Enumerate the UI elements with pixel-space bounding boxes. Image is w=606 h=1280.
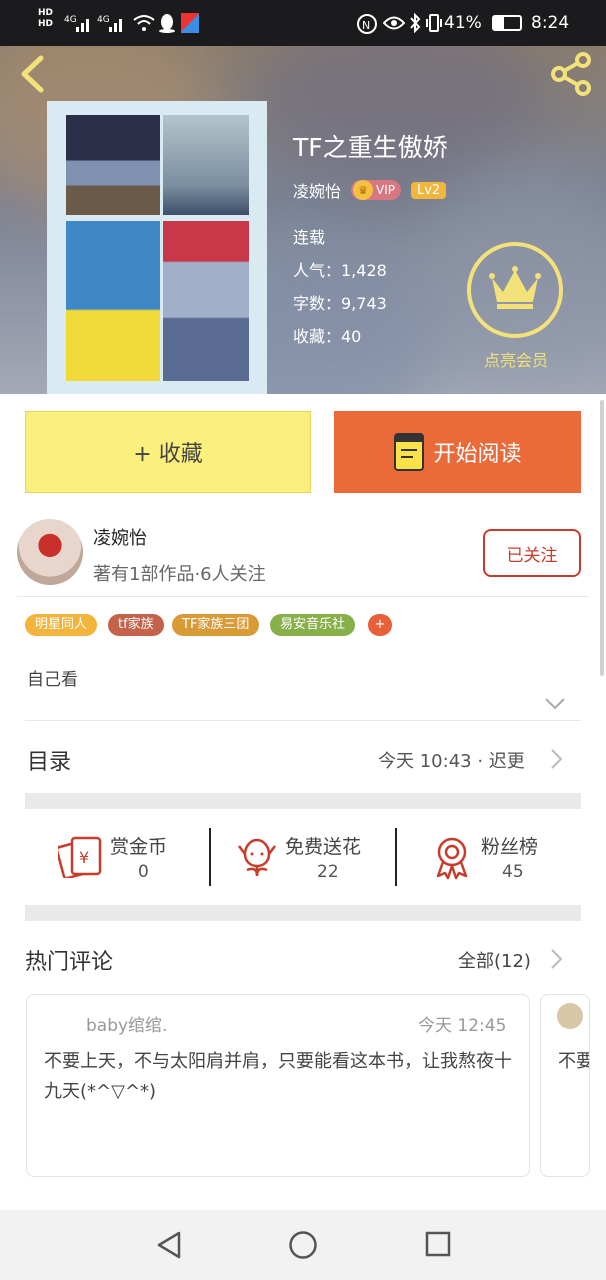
share-icon[interactable] [550, 52, 596, 96]
comment-text: 不要 [558, 1051, 589, 1072]
svg-text:4G: 4G [64, 15, 77, 25]
divider [17, 596, 589, 597]
level-badge: Lv2 [411, 181, 447, 199]
wifi-icon [133, 15, 155, 31]
stats-divider [395, 828, 397, 886]
book-description: 自己看 [27, 670, 78, 690]
start-reading-button[interactable]: 开始阅读 [334, 411, 581, 493]
comment-card[interactable]: baby绾绾. 今天 12:45 不要上天，不与太阳肩并肩，只要能看这本书，让我… [26, 994, 530, 1177]
chevron-down-icon[interactable] [544, 697, 566, 711]
author-name[interactable]: 凌婉怡 [93, 524, 147, 550]
book-cover[interactable] [47, 101, 267, 394]
book-popularity: 人气：1,428 [293, 261, 387, 280]
chevron-left-icon[interactable] [16, 54, 48, 94]
book-author[interactable]: 凌婉怡 [293, 178, 341, 202]
tag-item[interactable]: 易安音乐社 [270, 614, 356, 636]
battery-percent: 41% [444, 13, 482, 33]
cover-photo-girl [163, 115, 249, 215]
toc-update-info[interactable]: 今天 10:43 · 迟更 [378, 747, 525, 773]
4g-signal-icon: 4G [64, 15, 89, 32]
4g-signal-icon: 4G [97, 15, 122, 32]
recents-nav-icon[interactable] [425, 1231, 451, 1259]
vip-badge: ♛ VIP [351, 180, 401, 200]
nfc-icon: N [357, 14, 377, 34]
comment-user: baby绾绾. [86, 1016, 168, 1036]
back-nav-icon[interactable] [155, 1230, 183, 1260]
author-avatar[interactable] [17, 519, 83, 585]
book-word-count: 字数：9,743 [293, 294, 387, 313]
hd-icon: HD HD [38, 8, 54, 29]
book-title: TF之重生傲娇 [293, 133, 448, 162]
add-tag-button[interactable]: + [368, 614, 392, 636]
author-stats: 著有1部作品·6人关注 [93, 564, 266, 585]
chevron-right-icon[interactable] [549, 947, 565, 971]
section-separator [25, 905, 581, 921]
stats-divider [209, 828, 211, 886]
all-comments-link[interactable]: 全部(12) [458, 947, 531, 973]
comment-card[interactable]: 不要 [540, 994, 590, 1177]
member-label[interactable]: 点亮会员 [466, 347, 566, 371]
chevron-right-icon[interactable] [549, 747, 565, 771]
tag-item[interactable]: 明星同人 [25, 614, 98, 636]
cover-photo-group [66, 115, 160, 215]
crown-icon: ♛ [353, 180, 374, 200]
fan-rank-stat[interactable]: 粉丝榜 45 [432, 828, 562, 888]
svg-text:¥: ¥ [79, 848, 89, 867]
tag-item[interactable]: tf家族 [108, 614, 164, 636]
comment-avatar [557, 1003, 583, 1029]
svg-text:4G: 4G [97, 15, 110, 25]
clock: 8:24 [531, 13, 570, 33]
qq-icon [159, 14, 175, 33]
section-separator [25, 793, 581, 809]
hot-comments-title: 热门评论 [25, 950, 114, 975]
home-nav-icon[interactable] [288, 1230, 318, 1260]
svg-text:N: N [362, 19, 370, 32]
reward-coin-icon: ¥ [58, 836, 102, 878]
scrollbar[interactable] [600, 400, 604, 676]
status-bar: HD HD 4G 4G N 41% 8:24 [0, 0, 606, 46]
cover-photo-yellow-shirt [66, 221, 160, 381]
vibrate-icon [426, 14, 442, 32]
crown-icon [489, 266, 541, 309]
flower-icon [238, 838, 276, 877]
toc-title[interactable]: 目录 [27, 744, 71, 776]
comment-text: 不要上天，不与太阳肩并肩，只要能看这本书，让我熬夜十九天(*^▽^*) [44, 1051, 512, 1102]
follow-button[interactable]: 已关注 [483, 529, 581, 577]
battery-icon [492, 15, 522, 31]
book-favorites: 收藏：40 [293, 327, 362, 346]
free-flower-stat[interactable]: 免费送花 22 [237, 828, 387, 888]
book-author-line: 凌婉怡 ♛ VIP Lv2 [293, 178, 447, 202]
divider [25, 720, 581, 721]
eye-icon [383, 16, 405, 30]
cover-photo-jacket [163, 221, 249, 381]
member-button[interactable] [467, 242, 563, 338]
bluetooth-icon [410, 13, 421, 33]
book-status: 连载 [293, 228, 326, 247]
app-icon [181, 13, 199, 33]
system-nav-bar [0, 1210, 606, 1280]
reward-coin-stat[interactable]: ¥ 赏金币 0 [58, 828, 198, 888]
tag-item[interactable]: TF家族三团 [172, 614, 260, 636]
book-icon [394, 433, 425, 471]
comment-time: 今天 12:45 [418, 1016, 507, 1036]
medal-icon [436, 837, 468, 880]
favorite-button[interactable]: + 收藏 [25, 411, 311, 493]
